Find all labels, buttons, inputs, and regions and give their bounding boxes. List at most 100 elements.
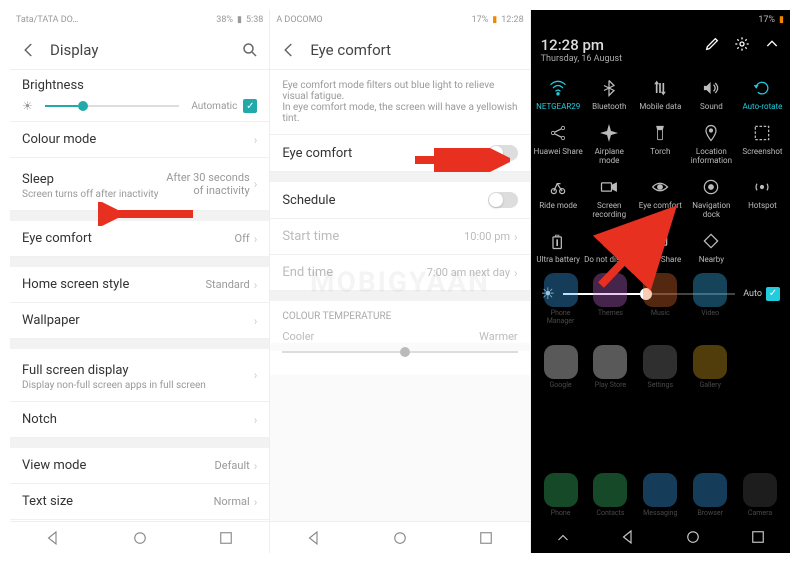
carrier-label: Tata/TATA DO…	[16, 15, 78, 25]
qs-tile-label: Navigation dock	[686, 201, 737, 219]
app-icon	[693, 473, 727, 507]
nav-home-icon[interactable]	[684, 528, 702, 546]
notch-row[interactable]: Notch ›	[10, 402, 269, 438]
qs-tile-airplane[interactable]: Airplane mode	[584, 119, 635, 169]
qs-tile-label: Nearby	[686, 255, 737, 264]
nav-back-icon[interactable]	[305, 529, 323, 547]
view-mode-row[interactable]: View mode Default ›	[10, 448, 269, 484]
qs-tile-navdock[interactable]: Navigation dock	[686, 173, 737, 223]
qs-tile-dnd[interactable]: Do not disturb	[584, 227, 635, 268]
nav-home-icon[interactable]	[131, 529, 149, 547]
auto-brightness-checkbox[interactable]: ✓	[243, 99, 257, 113]
app-gallery[interactable]: Gallery	[688, 345, 732, 389]
brightness-icon: ☀	[22, 99, 33, 113]
battery-icon: ▮	[237, 15, 242, 25]
qs-tile-bluetooth[interactable]: Bluetooth	[584, 74, 635, 115]
brightness-slider[interactable]	[45, 105, 180, 107]
qs-time: 12:28 pm	[541, 36, 622, 54]
eye-comfort-toggle[interactable]	[488, 145, 518, 161]
nav-recent-icon[interactable]	[749, 528, 767, 546]
app-icon	[544, 473, 578, 507]
qs-tile-sound[interactable]: Sound	[686, 74, 737, 115]
app-icon	[693, 273, 727, 307]
nav-home-icon[interactable]	[391, 529, 409, 547]
brightness-label: Brightness	[22, 78, 257, 93]
qs-tile-screenshot[interactable]: Screenshot	[737, 119, 788, 169]
chevron-icon: ›	[254, 177, 258, 191]
gear-icon[interactable]	[734, 36, 750, 52]
nav-back-icon[interactable]	[619, 528, 637, 546]
qs-tile-label: Mobile data	[635, 102, 686, 111]
eye-comfort-row[interactable]: Eye comfort Off ›	[10, 221, 269, 257]
edit-icon[interactable]	[704, 36, 720, 52]
colour-temperature-slider[interactable]	[282, 351, 517, 353]
qs-tile-label: Huawei Share	[533, 147, 584, 156]
full-screen-row[interactable]: Full screen display Display non-full scr…	[10, 349, 269, 402]
view-mode-value: Default	[215, 459, 250, 472]
app-phone[interactable]: Phone	[539, 473, 583, 517]
qs-tile-share[interactable]: Huawei Share	[533, 119, 584, 169]
app-music[interactable]: Music	[638, 273, 682, 325]
collapse-icon[interactable]	[764, 36, 780, 52]
qs-tile-label: NETGEAR29	[533, 102, 584, 111]
nav-recent-icon[interactable]	[477, 529, 495, 547]
back-icon[interactable]	[20, 41, 38, 59]
chevron-icon: ›	[254, 232, 258, 246]
app-label: Phone Manager	[539, 309, 583, 325]
text-size-row[interactable]: Text size Normal ›	[10, 484, 269, 520]
qs-tile-nearby[interactable]: Nearby	[686, 227, 737, 268]
nav-notification-icon[interactable]	[554, 528, 572, 546]
qs-tile-rotate[interactable]: Auto-rotate	[737, 74, 788, 115]
eye-comfort-toggle-row[interactable]: Eye comfort	[270, 135, 529, 172]
qs-tile-label: Sound	[686, 102, 737, 111]
qs-tile-ride[interactable]: Ride mode	[533, 173, 584, 223]
wallpaper-row[interactable]: Wallpaper ›	[10, 303, 269, 339]
cooler-label: Cooler	[282, 330, 314, 343]
share-icon	[548, 123, 568, 143]
header: Eye comfort	[270, 30, 529, 70]
chevron-icon: ›	[254, 459, 258, 473]
app-contacts[interactable]: Contacts	[589, 473, 633, 517]
qs-tile-record[interactable]: Screen recording	[584, 173, 635, 223]
qs-tile-location[interactable]: Location information	[686, 119, 737, 169]
page-title: Display	[50, 41, 241, 59]
app-messaging[interactable]: Messaging	[638, 473, 682, 517]
app-browser[interactable]: Browser	[688, 473, 732, 517]
qs-tile-wifi[interactable]: NETGEAR29	[533, 74, 584, 115]
quick-settings-panel: 17% ▮ 12:28 pm Thursday, 16 August NETGE…	[531, 10, 790, 553]
qs-tile-eye[interactable]: Eye comfort	[635, 173, 686, 223]
header: Display	[10, 30, 269, 70]
full-screen-label: Full screen display	[22, 363, 129, 378]
nav-back-icon[interactable]	[44, 529, 62, 547]
dnd-icon	[599, 231, 619, 251]
time-label: 12:28	[501, 15, 523, 25]
nav-bar	[531, 521, 790, 553]
record-icon	[599, 177, 619, 197]
app-google[interactable]: Google	[539, 345, 583, 389]
colour-mode-row[interactable]: Colour mode ›	[10, 122, 269, 158]
eye-comfort-label: Eye comfort	[282, 146, 487, 161]
home-screen-style-row[interactable]: Home screen style Standard ›	[10, 267, 269, 303]
qs-tile-torch[interactable]: Torch	[635, 119, 686, 169]
back-icon[interactable]	[280, 41, 298, 59]
app-themes[interactable]: Themes	[589, 273, 633, 325]
search-icon[interactable]	[241, 41, 259, 59]
app-settings[interactable]: Settings	[638, 345, 682, 389]
app-video[interactable]: Video	[688, 273, 732, 325]
app-play-store[interactable]: Play Store	[589, 345, 633, 389]
qs-tile-data[interactable]: Mobile data	[635, 74, 686, 115]
bluetooth-icon	[599, 78, 619, 98]
qs-tile-hotspot[interactable]: Hotspot	[737, 173, 788, 223]
app-icon	[643, 273, 677, 307]
page-title: Eye comfort	[310, 41, 519, 59]
sound-icon	[701, 78, 721, 98]
app-label: Messaging	[638, 509, 682, 517]
schedule-toggle-row[interactable]: Schedule	[270, 182, 529, 219]
schedule-toggle[interactable]	[488, 192, 518, 208]
app-phone-manager[interactable]: Phone Manager	[539, 273, 583, 325]
qs-tile-battery[interactable]: Ultra battery	[533, 227, 584, 268]
app-camera[interactable]: Camera	[738, 473, 782, 517]
qs-tile-mirror[interactable]: MirrorShare	[635, 227, 686, 268]
sleep-row[interactable]: Sleep Screen turns off after inactivity …	[10, 158, 269, 211]
nav-recent-icon[interactable]	[217, 529, 235, 547]
